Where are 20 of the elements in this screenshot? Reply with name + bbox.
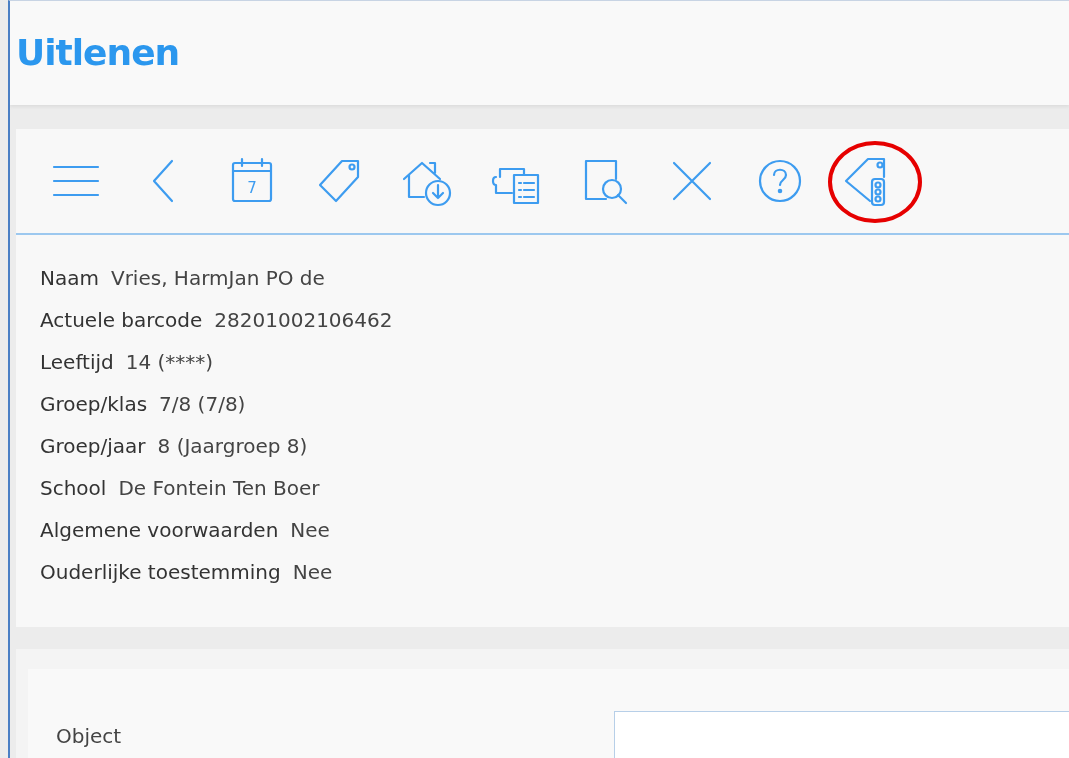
detail-value: 28201002106462	[214, 308, 393, 332]
detail-label: Algemene voorwaarden	[40, 518, 279, 542]
page-title: Uitlenen	[16, 31, 181, 75]
object-input[interactable]	[614, 711, 1069, 758]
detail-label: School	[40, 476, 107, 500]
detail-label: Groep/klas	[40, 392, 148, 416]
detail-value: 7/8 (7/8)	[159, 392, 246, 416]
detail-value: 8 (Jaargroep 8)	[157, 434, 308, 458]
detail-value: Nee	[290, 518, 330, 542]
detail-label: Naam	[40, 266, 99, 290]
detail-value: Vries, HarmJan PO de	[110, 266, 325, 290]
detail-value: Nee	[292, 560, 333, 584]
detail-value: 14 (****)	[125, 350, 214, 374]
detail-label: Leeftijd	[40, 350, 114, 374]
detail-label: Groep/jaar	[40, 434, 146, 458]
detail-label: Ouderlijke toestemming	[40, 560, 281, 584]
detail-label: Actuele barcode	[40, 308, 203, 332]
detail-value: De Fontein Ten Boer	[118, 476, 320, 500]
field-label: Object	[56, 723, 123, 750]
calendar-icon-button[interactable]: 7	[216, 151, 288, 211]
